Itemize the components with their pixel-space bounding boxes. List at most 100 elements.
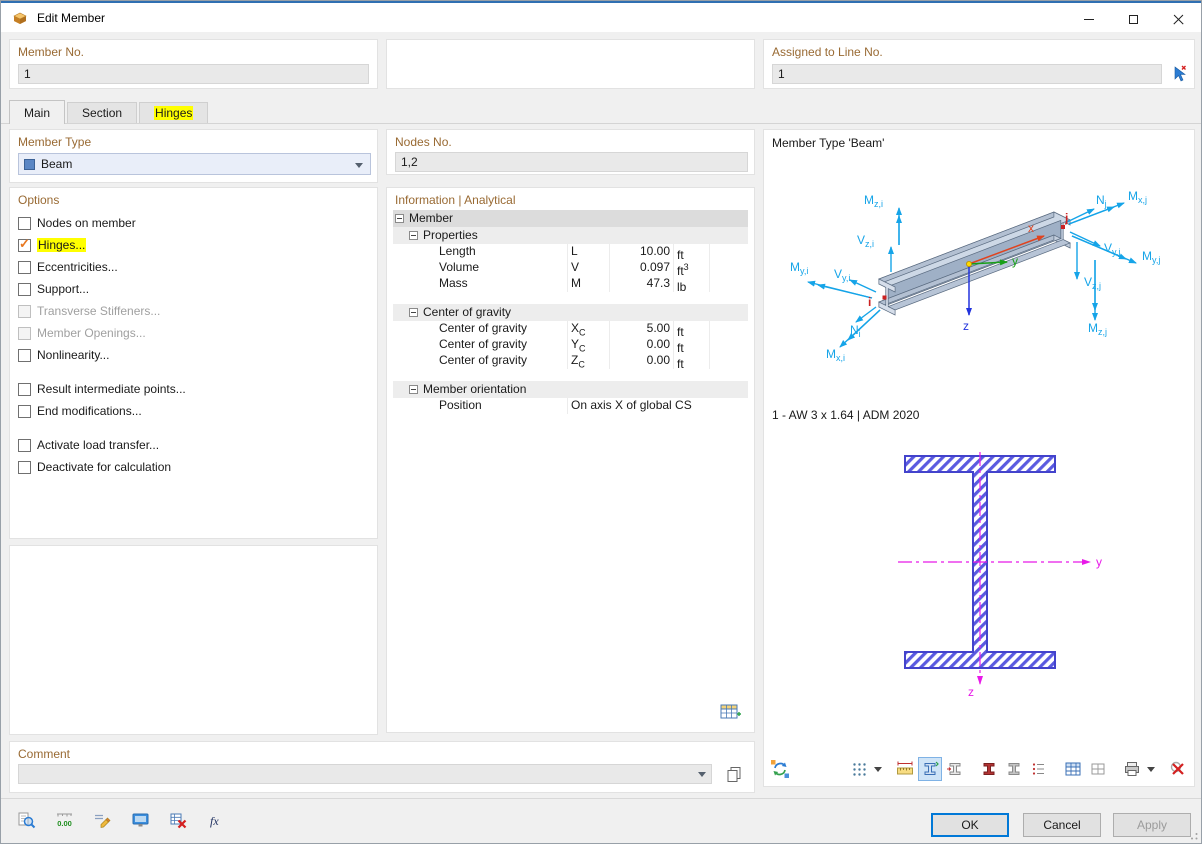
rename-button[interactable] [89,807,115,833]
resize-grip[interactable] [1187,829,1199,841]
tree-root-member[interactable]: Member [393,210,748,227]
option-eccentricities[interactable]: Eccentricities... [10,256,377,278]
print-dropdown[interactable] [1145,757,1156,781]
copy-icon [726,766,742,782]
checkbox-checked[interactable] [18,239,31,252]
dimensions-button[interactable] [893,757,917,781]
chevron-down-icon [874,767,882,772]
units-settings-button[interactable]: 0.00 [51,807,77,833]
checkbox[interactable] [18,383,31,396]
close-preview-button[interactable] [1166,757,1190,781]
checkbox[interactable] [18,439,31,452]
nodes-input[interactable] [395,152,748,172]
cancel-button[interactable]: Cancel [1023,813,1101,837]
checkbox[interactable] [18,461,31,474]
table-row-volume[interactable]: Volume V 0.097 ft3 [393,260,748,276]
svg-text:Ni: Ni [850,323,861,339]
table-row-cog-y[interactable]: Center of gravity YC 0.00 ft [393,337,748,353]
ok-button[interactable]: OK [931,813,1009,837]
option-member-openings: Member Openings... [10,322,377,344]
svg-text:Mz,i: Mz,i [864,193,883,209]
diagram-title: Member Type 'Beam' [772,136,884,150]
delete-button[interactable] [165,807,191,833]
comment-input[interactable] [18,764,712,784]
option-end-modifications[interactable]: End modifications... [10,400,377,422]
checkbox[interactable] [18,349,31,362]
table-row-mass[interactable]: Mass M 47.3 lb [393,276,748,292]
svg-text:j: j [1064,211,1068,225]
cells-button[interactable] [1086,757,1110,781]
tab-main[interactable]: Main [9,100,65,124]
member-type-label: Member Type [18,135,91,149]
section-gray-button[interactable] [1002,757,1026,781]
section-view-button-2[interactable] [943,757,967,781]
svg-text:fx: fx [210,814,219,828]
option-deactivate-for-calculation[interactable]: Deactivate for calculation [10,456,377,478]
option-result-intermediate-points[interactable]: Result intermediate points... [10,378,377,400]
section-view-button-1[interactable] [918,757,942,781]
member-no-label: Member No. [18,45,84,59]
option-nodes-on-member[interactable]: Nodes on member [10,212,377,234]
member-no-input[interactable] [18,64,369,84]
regenerate-view-button[interactable] [768,757,792,781]
checkbox[interactable] [18,405,31,418]
section-red-icon [980,760,998,778]
chevron-down-icon [355,163,363,168]
graphic-panel: Member Type 'Beam' [763,129,1195,787]
checkbox[interactable] [18,261,31,274]
display-settings-button[interactable] [127,807,153,833]
tab-hinges[interactable]: Hinges [139,102,208,123]
point-display-dropdown[interactable] [872,757,883,781]
collapse-icon[interactable] [409,385,418,394]
maximize-button[interactable] [1111,5,1156,34]
table-row-cog-z[interactable]: Center of gravity ZC 0.00 ft [393,353,748,369]
beam-type-icon [24,159,35,170]
assigned-line-input[interactable] [772,64,1162,84]
tree-group-properties[interactable]: Properties [393,227,748,244]
checkbox-disabled [18,305,31,318]
edit-in-table-button[interactable] [716,700,746,724]
nodes-panel: Nodes No. [386,129,755,175]
option-activate-load-transfer[interactable]: Activate load transfer... [10,434,377,456]
formula-button[interactable]: fx [203,807,229,833]
apply-button[interactable]: Apply [1113,813,1191,837]
collapse-icon[interactable] [409,308,418,317]
collapse-icon[interactable] [409,231,418,240]
tab-section[interactable]: Section [67,102,137,123]
chevron-down-icon[interactable] [698,772,706,777]
print-button[interactable] [1120,757,1144,781]
comment-label: Comment [18,747,70,761]
section-axes [898,452,1090,684]
member-type-combobox[interactable]: Beam [18,153,371,175]
checkbox[interactable] [18,283,31,296]
option-hinges[interactable]: Hinges... [10,234,377,256]
chevron-down-icon [1147,767,1155,772]
numbering-button[interactable] [1027,757,1051,781]
copy-comment-button[interactable] [722,762,746,786]
assigned-line-panel: Assigned to Line No. [763,39,1195,89]
svg-text:y: y [1012,254,1018,268]
values-table-button[interactable] [1061,757,1085,781]
table-row-cog-x[interactable]: Center of gravity XC 5.00 ft [393,321,748,337]
collapse-icon[interactable] [395,214,404,223]
options-title: Options [18,193,59,207]
table-row-position[interactable]: Position On axis X of global CS [393,398,748,414]
tree-group-member-orientation[interactable]: Member orientation [393,381,748,398]
tree-group-center-of-gravity[interactable]: Center of gravity [393,304,748,321]
dots-grid-icon [851,761,868,778]
checkbox[interactable] [18,217,31,230]
svg-text:Mx,j: Mx,j [1128,189,1147,205]
option-support[interactable]: Support... [10,278,377,300]
section-gray-icon [1005,760,1023,778]
magnifier-doc-icon [17,811,36,830]
option-nonlinearity[interactable]: Nonlinearity... [10,344,377,366]
table-row-length[interactable]: Length L 10.00 ft [393,244,748,260]
info-panel: Information | Analytical Member Properti… [386,187,755,733]
stress-points-button[interactable] [977,757,1001,781]
details-button[interactable] [13,807,39,833]
pick-line-button[interactable] [1167,61,1191,85]
minimize-button[interactable] [1066,5,1111,34]
point-display-button[interactable] [847,757,871,781]
minimize-icon [1084,19,1094,20]
close-button[interactable] [1156,5,1201,34]
